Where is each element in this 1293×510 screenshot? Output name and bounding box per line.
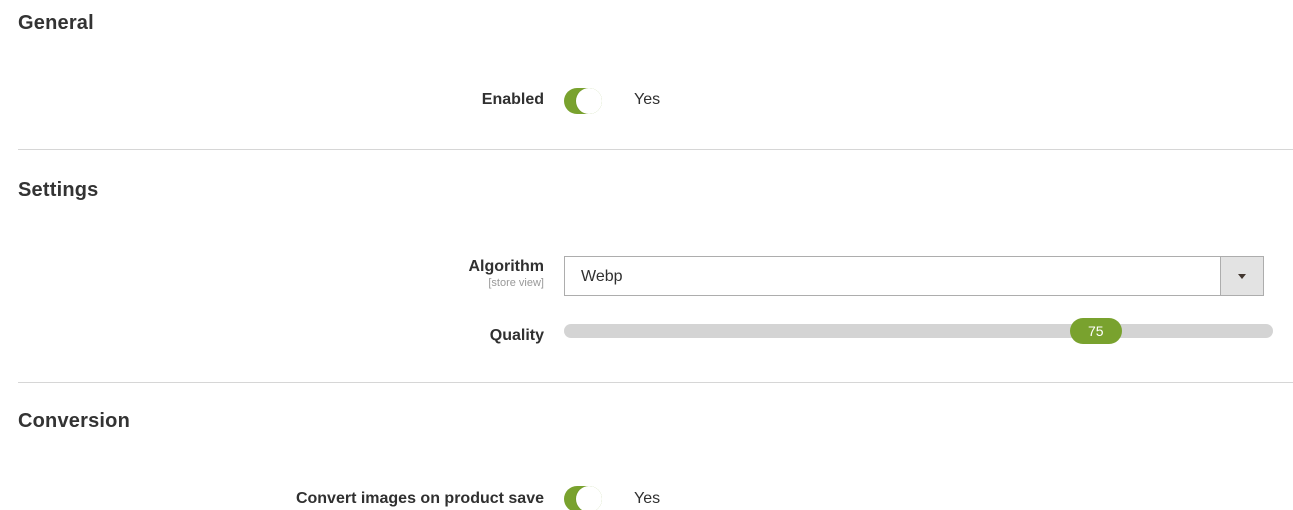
config-page: General Enabled Yes Settings Algorithm [… — [0, 0, 1293, 510]
section-divider — [18, 149, 1293, 150]
algorithm-label-text: Algorithm — [468, 258, 544, 275]
enabled-toggle[interactable] — [564, 88, 602, 114]
scope-note: [store view] — [488, 277, 544, 289]
enabled-label: Enabled — [481, 91, 544, 108]
algorithm-label: Algorithm [store view] — [468, 258, 544, 289]
section-title-general[interactable]: General — [18, 12, 94, 35]
section-divider — [18, 382, 1293, 383]
algorithm-selected-value: Webp — [581, 268, 623, 285]
algorithm-select-toggle[interactable] — [1220, 257, 1263, 295]
section-title-settings[interactable]: Settings — [18, 179, 99, 202]
convert-on-save-value: Yes — [634, 490, 661, 507]
chevron-down-icon — [1238, 274, 1246, 279]
toggle-knob — [576, 88, 602, 114]
section-title-conversion[interactable]: Conversion — [18, 410, 130, 433]
algorithm-select[interactable]: Webp — [564, 256, 1264, 296]
toggle-knob — [576, 486, 602, 510]
quality-slider[interactable]: 75 — [564, 318, 1273, 344]
convert-on-save-toggle[interactable] — [564, 486, 602, 510]
quality-label: Quality — [489, 327, 544, 344]
enabled-value: Yes — [634, 91, 661, 108]
convert-on-save-label: Convert images on product save — [295, 490, 544, 507]
quality-slider-handle[interactable]: 75 — [1069, 318, 1122, 344]
